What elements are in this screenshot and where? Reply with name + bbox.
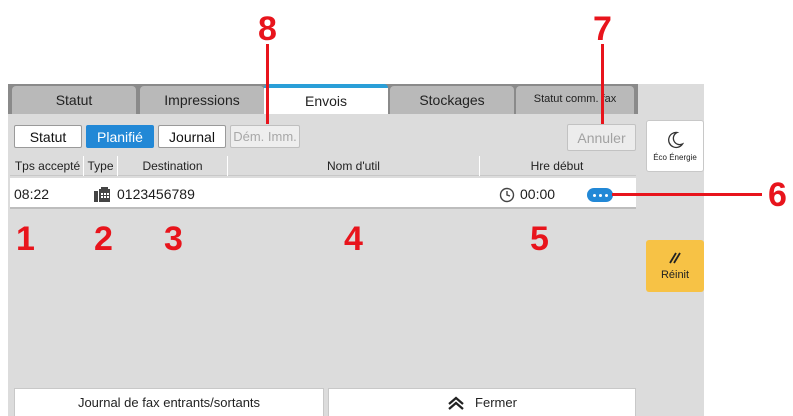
column-header-destination[interactable]: Destination <box>118 156 228 176</box>
callout-6: 6 <box>768 176 787 214</box>
cell-accepted-time: 08:22 <box>14 186 50 202</box>
callout-1: 1 <box>16 220 35 258</box>
callout-7-line <box>601 44 604 124</box>
column-header-user-name[interactable]: Nom d'util <box>228 156 480 176</box>
callout-4: 4 <box>344 220 363 258</box>
tab-impressions[interactable]: Impressions <box>140 86 264 114</box>
subtab-statut[interactable]: Statut <box>14 125 82 148</box>
reset-slash-icon <box>667 251 683 265</box>
callout-6-line <box>612 193 762 196</box>
cell-destination: 0123456789 <box>117 186 195 202</box>
subtab-journal[interactable]: Journal <box>158 125 226 148</box>
tab-statut-comm-fax[interactable]: Statut comm. fax <box>516 86 634 114</box>
close-button[interactable]: Fermer <box>328 388 636 416</box>
callout-3: 3 <box>164 220 183 258</box>
moon-icon <box>666 131 685 149</box>
clock-icon <box>499 187 515 203</box>
callout-8-line <box>266 44 269 124</box>
fax-log-button[interactable]: Journal de fax entrants/sortants <box>14 388 324 416</box>
column-header-start-time[interactable]: Hre début <box>480 156 634 176</box>
column-header-accepted-time[interactable]: Tps accepté <box>12 156 84 176</box>
fax-icon <box>94 187 110 202</box>
subtab-planifie[interactable]: Planifié <box>86 125 154 148</box>
close-label: Fermer <box>475 395 517 410</box>
tab-envois[interactable]: Envois <box>264 84 388 114</box>
tab-stockages[interactable]: Stockages <box>390 86 514 114</box>
eco-energy-label: Éco Énergie <box>653 152 697 162</box>
eco-energy-button[interactable]: Éco Énergie <box>646 120 704 172</box>
more-icon[interactable] <box>587 188 613 202</box>
double-chevron-up-icon <box>447 396 465 410</box>
cancel-button[interactable]: Annuler <box>567 124 636 151</box>
cell-start-time: 00:00 <box>520 186 556 202</box>
callout-7: 7 <box>593 10 612 48</box>
callout-2: 2 <box>94 220 113 258</box>
column-header-type[interactable]: Type <box>84 156 118 176</box>
reset-label: Réinit <box>660 269 690 281</box>
callout-5: 5 <box>530 220 549 258</box>
tab-statut[interactable]: Statut <box>12 86 136 114</box>
start-now-button[interactable]: Dém. Imm. <box>230 125 300 148</box>
callout-8: 8 <box>258 10 277 48</box>
reset-button[interactable]: Réinit <box>646 240 704 292</box>
